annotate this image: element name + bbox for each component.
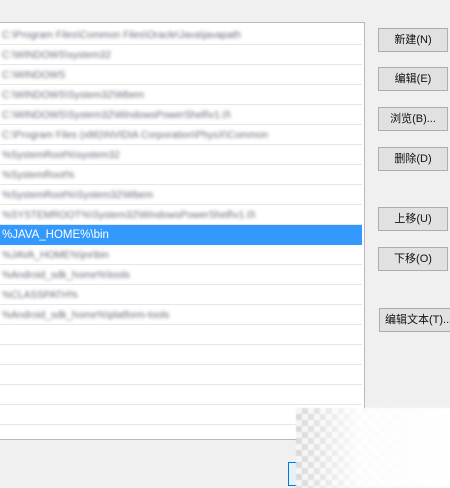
list-item[interactable]: C:\WINDOWS\System32\WindowsPowerShell\v1… (0, 105, 362, 125)
list-item[interactable]: %Android_sdk_home%\tools (0, 265, 362, 285)
list-item[interactable]: C:\WINDOWS\System32\Wbem (0, 85, 362, 105)
list-item[interactable]: %SystemRoot%\System32\Wbem (0, 185, 362, 205)
list-item-text: C:\WINDOWS\system32 (2, 50, 111, 61)
list-item[interactable] (0, 325, 362, 345)
list-item-text: %JAVA_HOME%\jre\bin (2, 250, 109, 261)
list-item[interactable] (0, 385, 362, 405)
list-item-text: C:\WINDOWS (2, 70, 66, 81)
delete-button[interactable]: 删除(D) (378, 147, 448, 171)
list-item[interactable]: %SystemRoot%\system32 (0, 145, 362, 165)
list-item-text: %CLASSPATH% (2, 290, 78, 301)
list-item-text: %Android_sdk_home%\tools (2, 270, 130, 281)
list-item-text: %SYSTEMROOT%\System32\WindowsPowerShell\… (2, 210, 256, 221)
list-item[interactable] (0, 345, 362, 365)
list-item[interactable]: %SYSTEMROOT%\System32\WindowsPowerShell\… (0, 205, 362, 225)
list-item[interactable]: C:\WINDOWS (0, 65, 362, 85)
list-item-text: %SystemRoot% (2, 170, 75, 181)
edit-button[interactable]: 编辑(E) (378, 67, 448, 91)
list-item[interactable]: %SystemRoot% (0, 165, 362, 185)
list-item-text: C:\WINDOWS\System32\Wbem (2, 90, 145, 101)
list-item-text: %SystemRoot%\system32 (2, 150, 120, 161)
edit-environment-variable-dialog: C:\Program Files\Common Files\Oracle\Jav… (0, 0, 450, 488)
list-item[interactable]: %Android_sdk_home%\platform-tools (0, 305, 362, 325)
list-item[interactable]: C:\WINDOWS\system32 (0, 45, 362, 65)
list-item-selected[interactable]: %JAVA_HOME%\bin (0, 225, 362, 245)
list-item-text: C:\Program Files (x86)\NVIDIA Corporatio… (2, 130, 269, 141)
list-item[interactable] (0, 365, 362, 385)
list-item-text: %SystemRoot%\System32\Wbem (2, 190, 154, 201)
move-up-button[interactable]: 上移(U) (378, 207, 448, 231)
list-item[interactable]: %CLASSPATH% (0, 285, 362, 305)
browse-button[interactable]: 浏览(B)... (378, 107, 448, 131)
list-item-text: C:\Program Files\Common Files\Oracle\Jav… (2, 30, 241, 41)
edit-text-button[interactable]: 编辑文本(T)... (379, 308, 450, 332)
move-down-button[interactable]: 下移(O) (378, 247, 448, 271)
list-item[interactable]: C:\Program Files\Common Files\Oracle\Jav… (0, 25, 362, 45)
list-item[interactable]: C:\Program Files (x86)\NVIDIA Corporatio… (0, 125, 362, 145)
path-list[interactable]: C:\Program Files\Common Files\Oracle\Jav… (0, 22, 365, 440)
list-item-text: C:\WINDOWS\System32\WindowsPowerShell\v1… (2, 110, 231, 121)
new-button[interactable]: 新建(N) (378, 28, 448, 52)
list-item[interactable]: %JAVA_HOME%\jre\bin (0, 245, 362, 265)
list-item-text: %JAVA_HOME%\bin (2, 229, 109, 241)
pixelated-overlay (296, 408, 450, 488)
list-item-text: %Android_sdk_home%\platform-tools (2, 310, 170, 321)
